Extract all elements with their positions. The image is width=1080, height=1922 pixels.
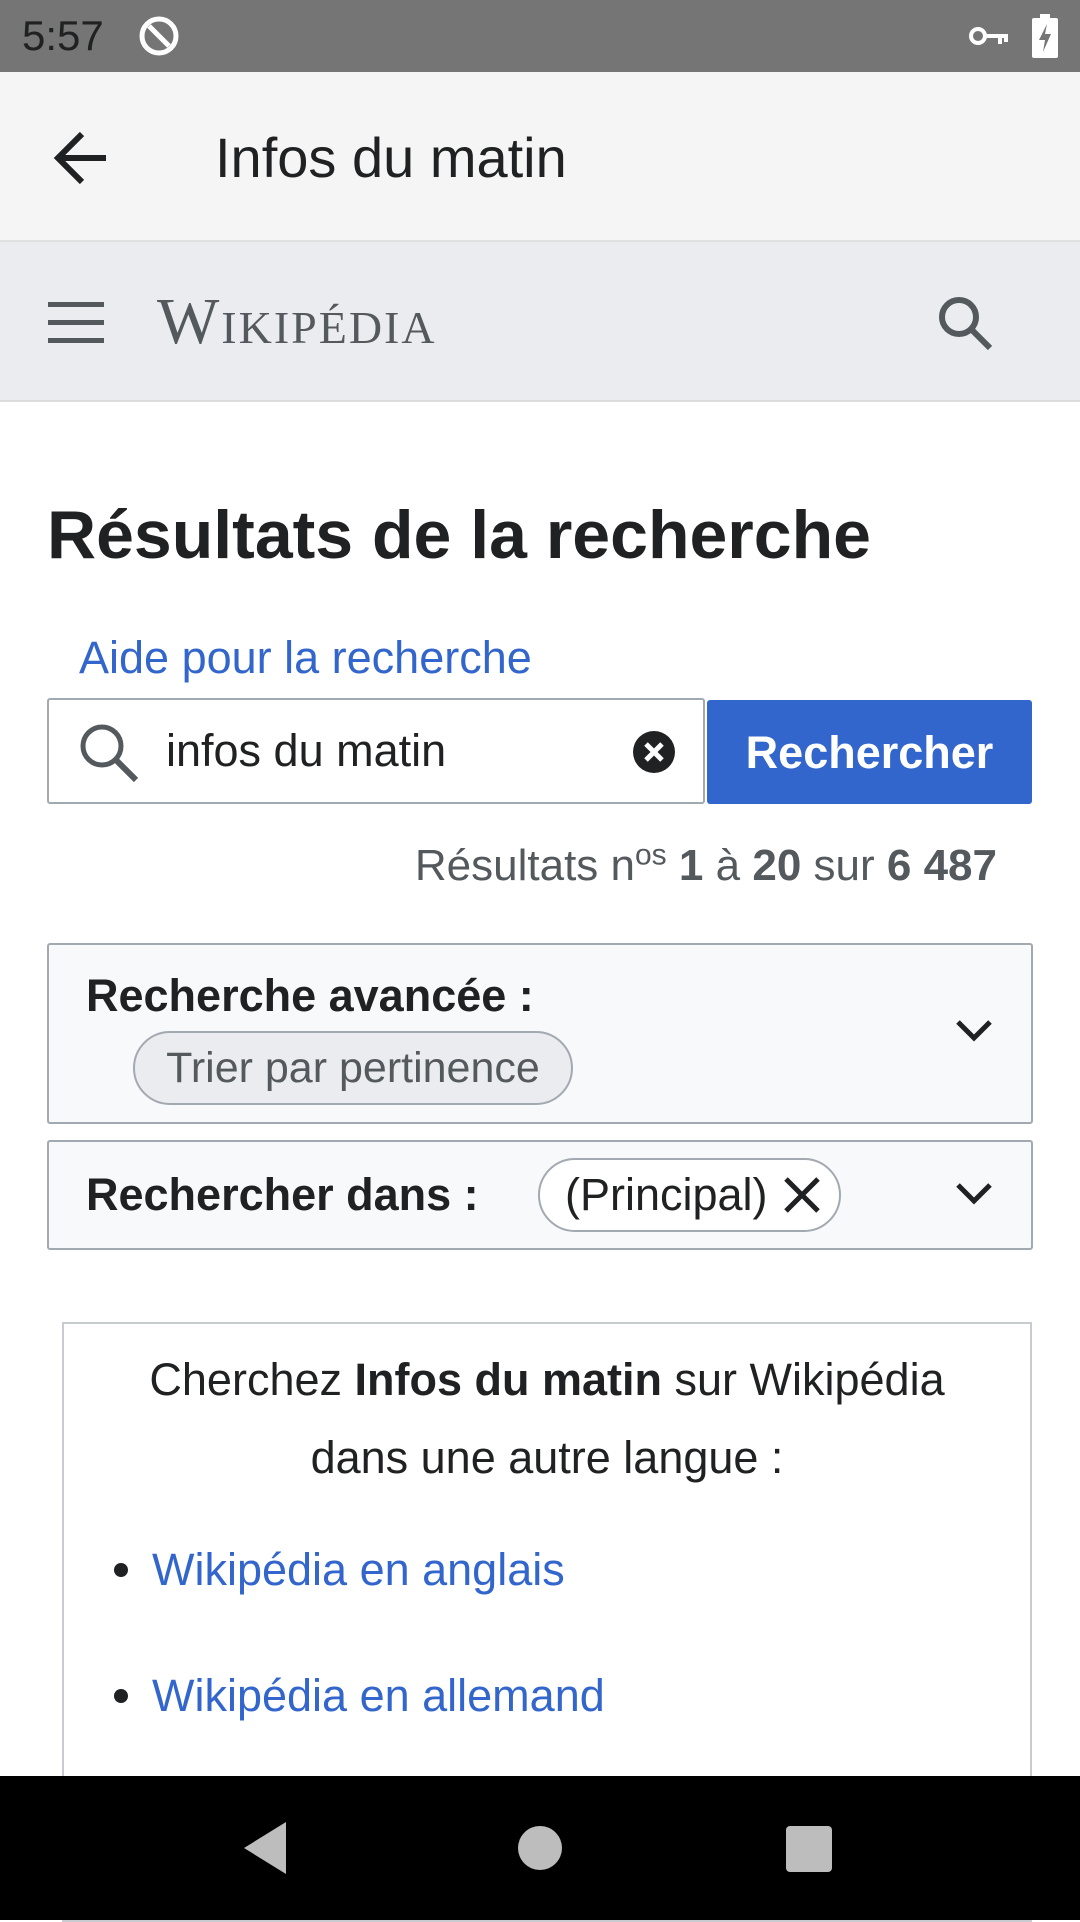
clear-icon[interactable] (632, 730, 676, 774)
app-title: Infos du matin (215, 126, 567, 189)
list-bullet (114, 1563, 128, 1577)
nav-back-icon[interactable] (240, 1820, 290, 1876)
search-icon[interactable] (936, 294, 994, 352)
results-word-a: à (715, 841, 741, 890)
list-bullet (114, 1689, 128, 1703)
search-button[interactable]: Rechercher (707, 700, 1032, 804)
search-help-link[interactable]: Aide pour la recherche (79, 628, 532, 688)
results-prefix: Résultats n (414, 841, 635, 890)
results-count: Résultats nos 1 à 20 sur 6 487 (415, 836, 997, 896)
nav-home-icon[interactable] (518, 1826, 562, 1870)
results-word-sur: sur (813, 841, 875, 890)
wikipedia-logo[interactable]: Wikipédia (157, 282, 437, 362)
language-link-german[interactable]: Wikipédia en allemand (152, 1666, 605, 1726)
results-to: 20 (752, 841, 802, 890)
sync-icon (139, 16, 179, 56)
search-icon (80, 724, 139, 783)
other-languages-text-line2: dans une autre langue : (310, 1432, 784, 1483)
other-languages-text: Cherchez Infos du matin sur Wikipédia (62, 1350, 1032, 1410)
nav-recents-icon[interactable] (786, 1826, 832, 1872)
chevron-down-icon[interactable] (950, 1175, 998, 1215)
hamburger-icon[interactable] (48, 300, 104, 344)
language-link-english[interactable]: Wikipédia en anglais (152, 1540, 565, 1600)
other-languages-query: Infos du matin (354, 1354, 663, 1405)
search-input[interactable] (166, 718, 606, 784)
other-languages-text-end: sur Wikipédia (662, 1354, 945, 1405)
battery-charging-icon (1032, 14, 1058, 58)
status-time: 5:57 (22, 12, 104, 59)
advanced-search-label: Recherche avancée : (86, 970, 534, 1021)
vpn-key-icon (969, 27, 1008, 45)
search-namespace-label: Rechercher dans : (86, 1169, 479, 1220)
close-icon[interactable] (780, 1173, 824, 1217)
sort-chip[interactable]: Trier par pertinence (133, 1031, 573, 1105)
page-title: Résultats de la recherche (47, 497, 871, 573)
other-languages-text-start: Cherchez (149, 1354, 355, 1405)
chevron-down-icon[interactable] (950, 1012, 998, 1052)
results-from: 1 (678, 841, 704, 890)
results-total: 6 487 (886, 841, 997, 890)
arrow-back-icon[interactable] (52, 128, 112, 188)
results-sup: os (634, 838, 667, 872)
namespace-chip-label: (Principal) (565, 1169, 768, 1220)
